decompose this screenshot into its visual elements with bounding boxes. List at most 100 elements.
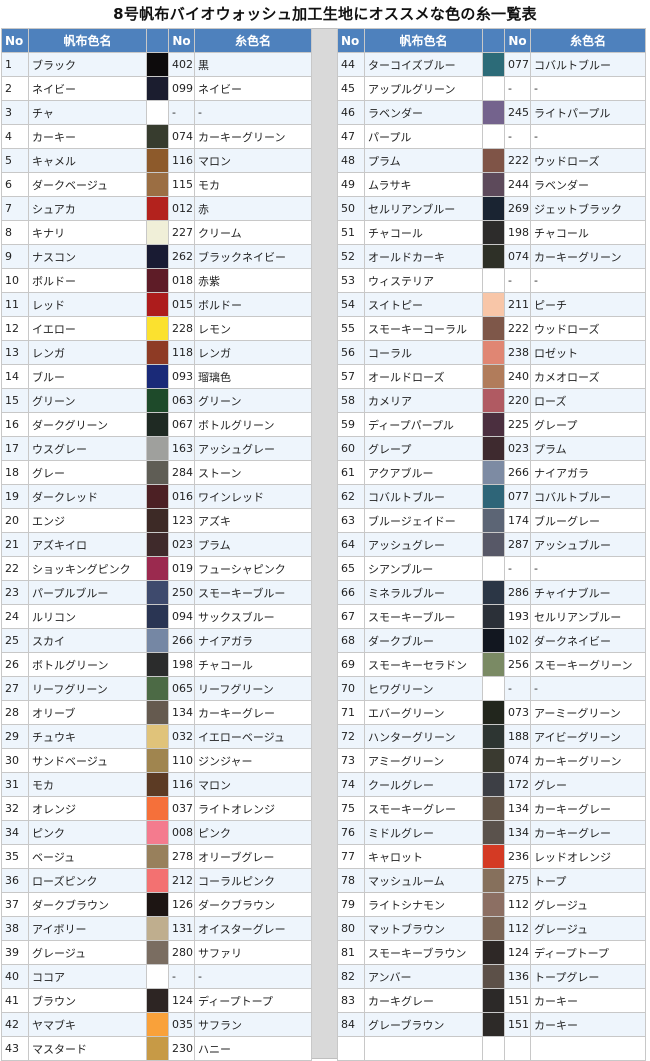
cell-fabric-color-name: プラム <box>364 148 483 173</box>
cell-fabric-color-name: ダークブラウン <box>28 892 147 917</box>
cell-swatch <box>482 340 505 365</box>
cell-no: 19 <box>1 484 29 509</box>
cell-no: 54 <box>337 292 365 317</box>
cell-fabric-color-name: ボルドー <box>28 268 147 293</box>
cell-fabric-color-name: クールグレー <box>364 772 483 797</box>
cell-no: 53 <box>337 268 365 293</box>
cell-thread-no: 262 <box>168 244 195 269</box>
cell-thread-no: 023 <box>168 532 195 557</box>
cell-swatch <box>482 1012 505 1037</box>
empty-cell <box>530 1036 646 1061</box>
color-swatch <box>147 461 168 484</box>
cell-fabric-color-name: グレージュ <box>28 940 147 965</box>
cell-thread-color-name: ラベンダー <box>530 172 646 197</box>
table-row: 31 モカ 116 マロン <box>1 772 312 797</box>
color-swatch <box>147 221 168 244</box>
cell-fabric-color-name: ボトルグリーン <box>28 652 147 677</box>
cell-no: 60 <box>337 436 365 461</box>
cell-swatch <box>482 148 505 173</box>
table-row: 2 ネイビー 099 ネイビー <box>1 76 312 101</box>
cell-thread-no: 174 <box>504 508 531 533</box>
table-row: 55 スモーキーコーラル 222 ウッドローズ <box>337 316 646 341</box>
cell-fabric-color-name: ラベンダー <box>364 100 483 125</box>
cell-no: 47 <box>337 124 365 149</box>
table-row: 34 ピンク 008 ピンク <box>1 820 312 845</box>
cell-thread-color-name: 瑠璃色 <box>194 364 312 389</box>
cell-no: 55 <box>337 316 365 341</box>
cell-thread-color-name: トープ <box>530 868 646 893</box>
cell-thread-color-name: ダークネイビー <box>530 628 646 653</box>
cell-fabric-color-name: アミーグリーン <box>364 748 483 773</box>
cell-swatch <box>482 508 505 533</box>
cell-fabric-color-name: オリーブ <box>28 700 147 725</box>
cell-no: 16 <box>1 412 29 437</box>
cell-no: 39 <box>1 940 29 965</box>
cell-thread-color-name: アイビーグリーン <box>530 724 646 749</box>
cell-thread-no: 110 <box>168 748 195 773</box>
cell-fabric-color-name: アップルグリーン <box>364 76 483 101</box>
table-row: 53 ウィステリア - - <box>337 268 646 293</box>
cell-no: 61 <box>337 460 365 485</box>
table-row: 71 エバーグリーン 073 アーミーグリーン <box>337 700 646 725</box>
cell-fabric-color-name: ターコイズブルー <box>364 52 483 77</box>
color-swatch <box>147 149 168 172</box>
cell-thread-no: 402 <box>168 52 195 77</box>
color-swatch <box>483 749 504 772</box>
cell-thread-no: 286 <box>504 580 531 605</box>
cell-thread-no: 037 <box>168 796 195 821</box>
cell-fabric-color-name: ブラック <box>28 52 147 77</box>
cell-no: 46 <box>337 100 365 125</box>
table-row: 66 ミネラルブルー 286 チャイナブルー <box>337 580 646 605</box>
table-row: 20 エンジ 123 アズキ <box>1 508 312 533</box>
cell-thread-color-name: コーラルピンク <box>194 868 312 893</box>
color-swatch <box>483 365 504 388</box>
cell-thread-color-name: カメオローズ <box>530 364 646 389</box>
cell-no: 51 <box>337 220 365 245</box>
cell-thread-color-name: ディープトープ <box>194 988 312 1013</box>
color-swatch <box>483 1013 504 1036</box>
color-swatch <box>483 77 504 100</box>
cell-no: 82 <box>337 964 365 989</box>
table-row: 27 リーフグリーン 065 リーフグリーン <box>1 676 312 701</box>
cell-thread-no: 198 <box>504 220 531 245</box>
cell-swatch <box>482 532 505 557</box>
cell-thread-color-name: レンガ <box>194 340 312 365</box>
cell-thread-color-name: グレー <box>530 772 646 797</box>
cell-fabric-color-name: グレープ <box>364 436 483 461</box>
cell-thread-no: 023 <box>504 436 531 461</box>
cell-thread-no: 015 <box>168 292 195 317</box>
color-swatch <box>483 53 504 76</box>
color-swatch <box>483 725 504 748</box>
cell-thread-no: 035 <box>168 1012 195 1037</box>
cell-thread-color-name: セルリアンブルー <box>530 604 646 629</box>
color-swatch <box>483 461 504 484</box>
cell-swatch <box>482 388 505 413</box>
color-swatch <box>147 821 168 844</box>
cell-thread-no: 077 <box>504 484 531 509</box>
cell-thread-no: 074 <box>504 748 531 773</box>
table-row: 24 ルリコン 094 サックスブルー <box>1 604 312 629</box>
table-row: 10 ボルドー 018 赤紫 <box>1 268 312 293</box>
cell-no: 73 <box>337 748 365 773</box>
cell-thread-color-name: ブルーグレー <box>530 508 646 533</box>
cell-no: 38 <box>1 916 29 941</box>
cell-thread-color-name: リーフグリーン <box>194 676 312 701</box>
color-swatch <box>483 701 504 724</box>
cell-swatch <box>482 52 505 77</box>
cell-fabric-color-name: ネイビー <box>28 76 147 101</box>
cell-thread-color-name: ダークブラウン <box>194 892 312 917</box>
table-row: 6 ダークベージュ 115 モカ <box>1 172 312 197</box>
table-header-row: No 帆布色名 No 糸色名 <box>337 28 646 53</box>
color-swatch <box>147 437 168 460</box>
cell-fabric-color-name: ナスコン <box>28 244 147 269</box>
cell-swatch <box>146 196 169 221</box>
cell-thread-no: 269 <box>504 196 531 221</box>
cell-thread-no: 124 <box>504 940 531 965</box>
table-row: 7 シュアカ 012 赤 <box>1 196 312 221</box>
table-row: 74 クールグレー 172 グレー <box>337 772 646 797</box>
cell-swatch <box>482 676 505 701</box>
cell-thread-no: 227 <box>168 220 195 245</box>
table-row: 40 ココア - - <box>1 964 312 989</box>
color-swatch <box>483 557 504 580</box>
table-row: 39 グレージュ 280 サファリ <box>1 940 312 965</box>
